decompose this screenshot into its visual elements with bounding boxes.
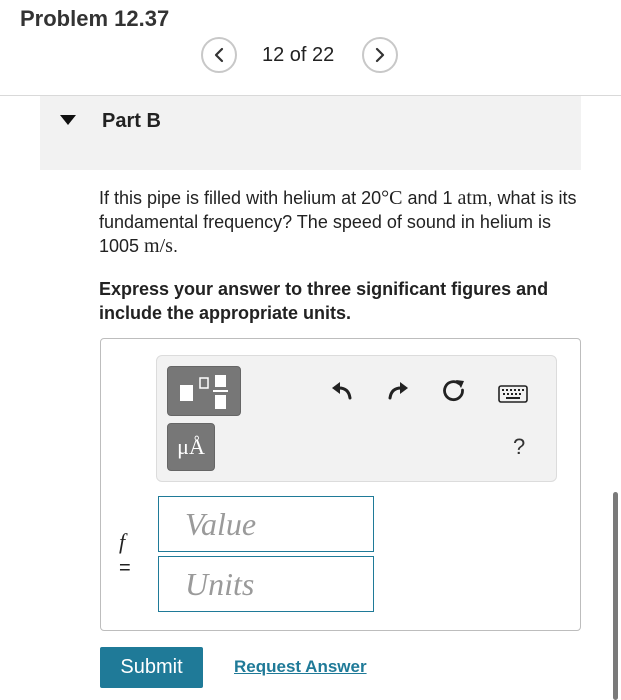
previous-button[interactable]	[201, 37, 237, 73]
answer-instruction: Express your answer to three significant…	[99, 279, 549, 323]
caret-down-icon[interactable]	[60, 115, 76, 125]
part-header[interactable]: Part B	[40, 96, 581, 170]
chevron-right-icon	[375, 47, 385, 63]
templates-icon	[180, 375, 228, 409]
submit-button[interactable]: Submit	[100, 647, 203, 688]
variable-label: f	[119, 529, 126, 554]
part-label: Part B	[102, 110, 161, 132]
chevron-left-icon	[214, 47, 224, 63]
temperature-unit: °C	[381, 187, 403, 209]
value-input[interactable]: Value	[158, 496, 374, 552]
units-input[interactable]: Units	[158, 556, 374, 612]
scrollbar[interactable]	[613, 492, 618, 700]
equals-sign: =	[119, 557, 131, 579]
answer-box: μÅ ? f = Value Units	[100, 338, 581, 631]
math-toolbar: μÅ ?	[156, 355, 557, 482]
keyboard-icon[interactable]	[497, 384, 529, 404]
undo-icon[interactable]	[329, 380, 355, 402]
help-button[interactable]: ?	[513, 434, 525, 460]
page-title: Problem 12.37	[20, 6, 170, 31]
reset-icon[interactable]	[441, 378, 467, 404]
pressure-unit: atm	[457, 187, 488, 209]
next-button[interactable]	[362, 37, 398, 73]
templates-button[interactable]	[167, 366, 241, 416]
problem-counter: 12 of 22	[262, 44, 335, 66]
speed-unit: m/s	[144, 235, 173, 257]
request-answer-link[interactable]: Request Answer	[234, 657, 367, 677]
units-button[interactable]: μÅ	[167, 423, 215, 471]
redo-icon[interactable]	[385, 380, 411, 402]
question-text: If this pipe is filled with helium at 20…	[99, 187, 577, 257]
